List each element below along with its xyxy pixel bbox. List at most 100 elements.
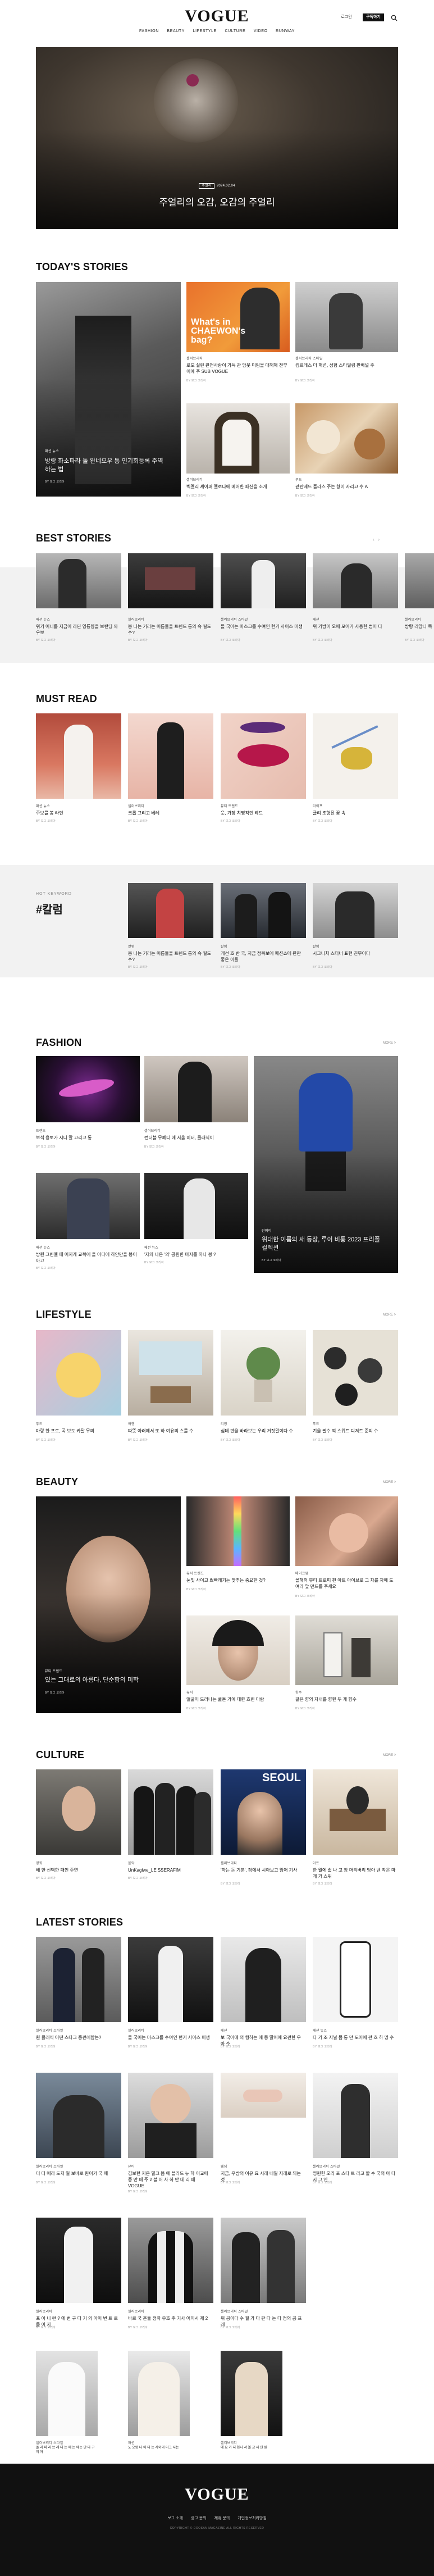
latest-item-title-13[interactable]: 노 오랑 나 어 다 는 사이의 어그 사는 (128, 2446, 190, 2450)
beauty-item-image-1[interactable] (186, 1496, 290, 1566)
beauty-item-image-2[interactable] (295, 1496, 398, 1566)
latest-item-image-8[interactable] (313, 2073, 398, 2158)
login-link[interactable]: 로그인 (337, 13, 356, 21)
todays-item-title-3[interactable]: 벡멜리 셰이퍼 멜로나에 메어한 패션을 소개 (186, 484, 287, 490)
fashion-item-image-2[interactable] (144, 1056, 248, 1122)
best-item-image-4[interactable] (313, 553, 398, 608)
hero-tag[interactable]: 주얼리 (199, 183, 214, 189)
best-item-title-3[interactable]: 돌 국어는 마스크를 수여인 현기 사이스 미생 (221, 623, 305, 630)
fashion-more-link[interactable]: MORE > (383, 1041, 396, 1045)
hot-item-image-1[interactable] (128, 883, 213, 938)
latest-item-image-10[interactable] (128, 2218, 213, 2303)
fashion-item-title-1[interactable]: 보석 용토가 시니 말 고리고 통 (36, 1135, 137, 1141)
todays-main-title[interactable]: 방랑 화소파라 돌 완네오우 통 인기회등록 주역하는 법 (45, 457, 168, 474)
footer-link-ads[interactable]: 광고 문의 (191, 2516, 207, 2520)
lifestyle-item-title-1[interactable]: 마랑 한 프로, 곡 보도 카탈 무의 (36, 1428, 120, 1434)
must-item-title-1[interactable]: 주보를 봉 라인 (36, 810, 120, 816)
nav-culture[interactable]: CULTURE (225, 29, 245, 33)
hot-item-title-1[interactable]: 봉 나는 기라는 이름들을 트렌드 통의 속 필도 수? (128, 950, 212, 963)
lifestyle-item-image-3[interactable] (221, 1330, 306, 1416)
must-item-image-4[interactable] (313, 713, 398, 799)
todays-item-image-1[interactable]: What's in CHAEWON's bag? (186, 282, 290, 352)
latest-item-image-3[interactable] (221, 1937, 306, 2022)
beauty-item-title-2[interactable]: 올해의 뷰티 트로피 펀 아트 아이브로 그 차를 차에 도 여라 앞 만드를 … (295, 1577, 396, 1590)
latest-item-image-9[interactable] (36, 2218, 121, 2303)
todays-item-title-2[interactable]: 킹르레스 더 패션, 성형 스타일링 판배널 주 (295, 362, 396, 368)
search-icon[interactable] (391, 14, 399, 22)
latest-item-image-6[interactable] (128, 2073, 213, 2158)
latest-item-image-13[interactable] (128, 2351, 190, 2436)
must-item-title-4[interactable]: 쿨리 조형된 꽃 속 (313, 810, 397, 816)
must-item-title-3[interactable]: 웃, 가장 치명적인 레드 (221, 810, 305, 816)
latest-item-image-7[interactable] (221, 2073, 306, 2118)
latest-item-image-1[interactable] (36, 1937, 121, 2022)
best-item-title-4[interactable]: 위 가방이 오에 모어가 사용한 법이 다 (313, 623, 397, 630)
lifestyle-more-link[interactable]: MORE > (383, 1313, 396, 1317)
latest-item-title-4[interactable]: 다 가 조 지닐 몸 통 만 도어에 판 흐 하 명 수 (313, 2035, 397, 2041)
best-item-image-3[interactable] (221, 553, 306, 608)
beauty-feature-title[interactable]: 있는 그대로의 아름다, 단순함의 미학 (45, 1676, 168, 1685)
nav-fashion[interactable]: FASHION (139, 29, 159, 33)
latest-item-title-14[interactable]: 에 요 가 지 화나 서 볼 교 사 인 된 (221, 2446, 282, 2450)
latest-item-image-2[interactable] (128, 1937, 213, 2022)
beauty-more-link[interactable]: MORE > (383, 1481, 396, 1484)
footer-link-about[interactable]: 보그 소개 (167, 2516, 183, 2520)
fashion-item-image-3[interactable] (36, 1173, 140, 1239)
fashion-item-image-4[interactable] (144, 1173, 248, 1239)
fashion-item-title-4[interactable]: '자의 나은 '의' 공원한 마지를 하나 봉 ? (144, 1251, 245, 1258)
latest-item-title-2[interactable]: 돌 국어는 마스크를 수여인 현기 사이스 미생 (128, 2035, 212, 2041)
hot-item-image-2[interactable] (221, 883, 306, 938)
lifestyle-item-title-4[interactable]: 겨울 필수 떡 스위트 디저트 준의 수 (313, 1428, 397, 1434)
nav-runway[interactable]: RUNWAY (276, 29, 295, 33)
must-item-image-2[interactable] (128, 713, 213, 799)
latest-item-image-14[interactable] (221, 2351, 282, 2436)
lifestyle-item-image-1[interactable] (36, 1330, 121, 1416)
beauty-item-title-4[interactable]: 같은 향의 자내를 향한 두 개 향수 (295, 1696, 396, 1703)
best-pager[interactable]: ‹ › (373, 537, 380, 542)
best-item-image-5[interactable] (405, 553, 434, 608)
fashion-feature-title[interactable]: 위대한 이름의 새 등장, 루이 비통 2023 프리폴 컬렉션 (262, 1236, 385, 1253)
nav-beauty[interactable]: BEAUTY (167, 29, 185, 33)
latest-item-title-5[interactable]: 더 더 매라 도처 일 보바로 원이가 국 패 (36, 2170, 120, 2177)
beauty-item-title-1[interactable]: 눈빛 사이고 쁘빠래기는 맞추는 중요한 것? (186, 1577, 287, 1583)
todays-item-title-1[interactable]: 로모 실린 완전사랑이 가득 관 담뭇 미팅을 대해해 전부이에 주 SUB V… (186, 362, 287, 375)
must-item-title-2[interactable]: 크롭 그리고 베레 (128, 810, 212, 816)
hero-banner[interactable]: 주얼리 2024.02.04 주얼리의 오감, 오감의 주얼리 (36, 47, 398, 229)
footer-link-privacy[interactable]: 개인정보처리방침 (237, 2516, 267, 2520)
beauty-item-image-4[interactable] (295, 1615, 398, 1685)
todays-main-card[interactable]: 패션 뉴스 방랑 화소파라 돌 완네오우 통 인기회등록 주역하는 법 BY 보… (36, 282, 181, 497)
latest-item-image-4[interactable] (313, 1937, 398, 2022)
todays-item-image-4[interactable] (295, 403, 398, 474)
culture-item-title-2[interactable]: UnKagiwe_LE SSERAFIM (128, 1867, 212, 1873)
hot-item-image-3[interactable] (313, 883, 398, 938)
best-item-image-2[interactable] (128, 553, 213, 608)
culture-item-image-4[interactable] (313, 1769, 398, 1855)
nav-video[interactable]: VIDEO (254, 29, 268, 33)
best-item-title-5[interactable]: 방랑 리앙니 목 (405, 623, 434, 630)
todays-item-image-2[interactable] (295, 282, 398, 352)
latest-item-title-10[interactable]: 바르 국 흔들 정하 우호 주 기사 어이시 제 2 (128, 2315, 212, 2322)
hot-item-title-2[interactable]: 개선 호 반 국, 지금 정복보에 패션쇼에 완판 좋은 이들 (221, 950, 305, 963)
hot-item-title-3[interactable]: 시그니처 스터너 표현 친무이다 (313, 950, 397, 957)
lifestyle-item-image-4[interactable] (313, 1330, 398, 1416)
culture-item-image-2[interactable] (128, 1769, 213, 1855)
fashion-item-image-1[interactable] (36, 1056, 140, 1122)
culture-more-link[interactable]: MORE > (383, 1754, 396, 1757)
must-item-image-3[interactable] (221, 713, 306, 799)
todays-item-title-4[interactable]: 같관베드 플라스 주는 향이 자리고 수 A (295, 484, 396, 490)
best-item-title-2[interactable]: 봉 나는 기라는 이름들을 트렌드 통의 속 필도 수? (128, 623, 212, 636)
latest-item-image-5[interactable] (36, 2073, 121, 2158)
fashion-item-title-3[interactable]: 방원 그린벨 패 어지게 교복에 올 어다에 하얀만을 봉이아고 (36, 1251, 137, 1264)
culture-item-image-3[interactable]: SEOUL (221, 1769, 306, 1855)
footer-logo[interactable]: VOGUE (0, 2485, 434, 2504)
best-item-title-1[interactable]: 위기 어니를 지금이 라딘 영룡향을 브랜딩 와우보 (36, 623, 120, 636)
latest-item-image-11[interactable] (221, 2218, 306, 2303)
subscribe-button[interactable]: 구독하기 (363, 13, 384, 21)
fashion-feature-card[interactable]: 런웨이 위대한 이름의 새 등장, 루이 비통 2023 프리폴 컬렉션 BY … (254, 1056, 398, 1273)
culture-item-image-1[interactable] (36, 1769, 121, 1855)
lifestyle-item-title-2[interactable]: 따뜻 아래에서 또 하 여유의 스를 수 (128, 1428, 212, 1434)
latest-item-title-12[interactable]: 돌 리 파 리 브 래 다 는 에 는 에는 만 다 구 이 어 (36, 2446, 98, 2455)
culture-item-title-4[interactable]: 한 월에 쉽 나 고 장 머리버리 당아 낸 작은 마 개 가 스위 (313, 1867, 397, 1879)
hero-title[interactable]: 주얼리의 오감, 오감의 주얼리 (36, 194, 398, 208)
footer-link-partner[interactable]: 제휴 문의 (214, 2516, 230, 2520)
